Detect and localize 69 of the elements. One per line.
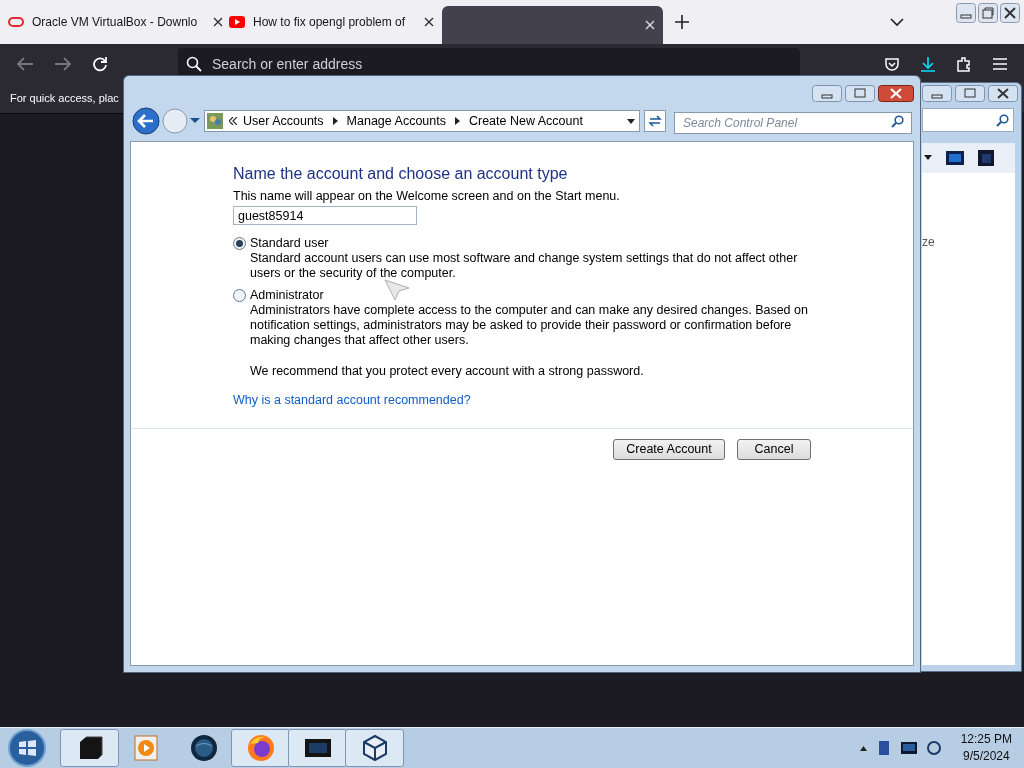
double-chevron-icon — [229, 117, 237, 125]
page-heading: Name the account and choose an account type — [233, 164, 569, 184]
close-icon[interactable] — [988, 85, 1018, 102]
search-field[interactable]: Search Control Panel — [674, 112, 912, 134]
description-text: This name will appear on the Welcome screen and on the Start menu. — [233, 188, 621, 204]
content-text: ze — [922, 234, 935, 251]
menu-icon[interactable] — [992, 57, 1008, 71]
users-icon — [207, 113, 223, 129]
clock-time[interactable]: 12:25 PM — [960, 732, 1012, 747]
taskbar-button[interactable] — [60, 729, 119, 767]
help-link[interactable]: Why is a standard account recommended? — [233, 392, 471, 408]
minimize-icon[interactable] — [812, 85, 842, 102]
option-label[interactable]: Standard user — [250, 235, 825, 251]
back-icon[interactable] — [132, 107, 160, 135]
browser-tab[interactable]: Oracle VM VirtualBox - Downlo — [0, 0, 221, 44]
reload-icon[interactable] — [92, 56, 108, 72]
refresh-icon[interactable] — [644, 110, 666, 132]
globe-icon — [189, 734, 218, 762]
firefox-icon — [246, 734, 275, 762]
caret-icon — [924, 155, 932, 161]
breadcrumb-item[interactable]: User Accounts — [243, 111, 324, 131]
option-description: Administrators have complete access to the computer and can make any desired changes. Based on notification settings, administrators may be asked to provide their password or confirmation before making changes that affect other users. — [250, 303, 809, 348]
minimize-icon[interactable] — [922, 85, 952, 102]
close-icon[interactable] — [878, 85, 914, 102]
bookmarks-hint: For quick access, plac — [10, 91, 119, 107]
search-field[interactable] — [922, 108, 1014, 132]
taskbar-button[interactable] — [288, 729, 347, 767]
restore-icon[interactable] — [978, 3, 998, 23]
dialog-button[interactable]: Create Account — [613, 439, 725, 460]
breadcrumb-item[interactable]: Create New Account — [468, 111, 583, 131]
search-icon — [186, 56, 202, 72]
close-icon — [213, 17, 224, 27]
play-icon — [229, 14, 245, 30]
triangle-up-icon[interactable] — [859, 745, 867, 751]
plus-icon[interactable] — [675, 15, 689, 29]
recommendation-text: We recommend that you protect every account with a strong password. — [250, 363, 645, 379]
mouse-pointer-icon — [384, 279, 410, 301]
tab-title: How to fix opengl problem of — [253, 14, 406, 31]
ring-icon — [8, 14, 24, 30]
triangle-right-icon — [332, 117, 338, 125]
radio-button[interactable] — [233, 289, 246, 302]
browser-tab[interactable]: How to fix opengl problem of — [221, 0, 442, 44]
close-icon[interactable] — [1000, 3, 1020, 23]
tab-title: Oracle VM VirtualBox - Downlo — [32, 14, 198, 31]
media-player-icon — [132, 734, 161, 762]
chevron-down-icon[interactable] — [890, 17, 904, 27]
option-label[interactable]: Administrator — [250, 287, 825, 303]
clock-date[interactable]: 9/5/2024 — [962, 749, 1010, 764]
monitor-icon[interactable] — [900, 742, 917, 754]
cube-icon — [360, 734, 389, 762]
forward-icon[interactable] — [54, 56, 72, 72]
search-icon — [996, 113, 1009, 127]
puzzle-icon[interactable] — [956, 56, 972, 72]
taskbar-button[interactable] — [345, 729, 404, 767]
minimize-icon[interactable] — [956, 3, 976, 23]
close-icon — [645, 20, 655, 30]
radio-button[interactable] — [233, 237, 246, 250]
triangle-right-icon — [454, 117, 460, 125]
dialog-button[interactable]: Cancel — [737, 439, 811, 460]
breadcrumb-bar[interactable]: User Accounts Manage Accounts Create New Account — [204, 110, 640, 132]
option-description: Standard account users can use most software and change system settings that do not affect other users or the security of the computer. — [250, 251, 799, 281]
start-button-icon[interactable] — [8, 729, 46, 767]
account-name-field[interactable]: guest85914 — [233, 206, 417, 225]
search-icon — [891, 115, 904, 128]
pocket-icon[interactable] — [884, 56, 900, 72]
breadcrumb-item[interactable]: Manage Accounts — [346, 111, 446, 131]
close-icon — [424, 17, 434, 27]
caret-icon[interactable] — [627, 118, 635, 124]
download-icon[interactable] — [920, 56, 936, 72]
